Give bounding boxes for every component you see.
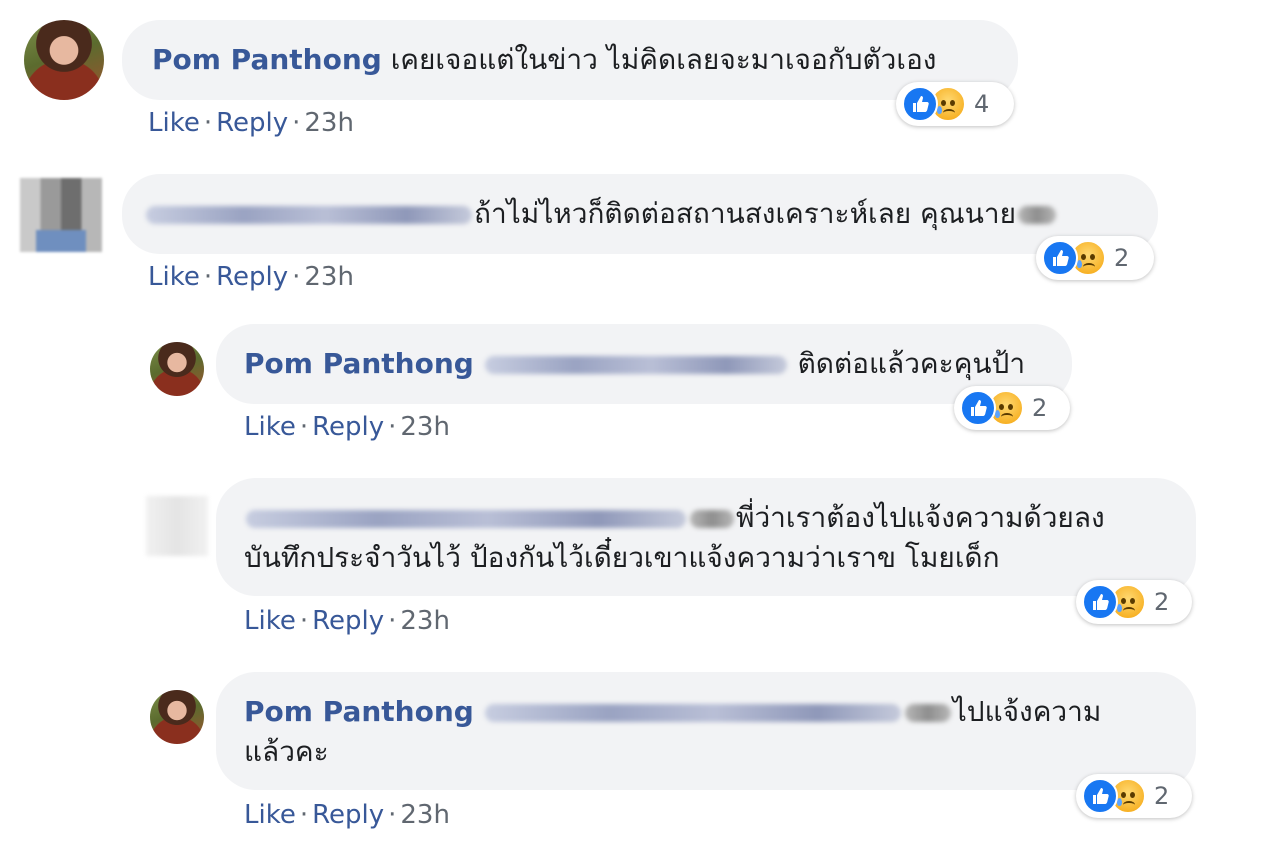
like-reaction-icon: [1082, 584, 1118, 620]
separator: ·: [388, 800, 397, 830]
reply-link[interactable]: Reply: [216, 262, 288, 292]
separator: ·: [292, 262, 301, 292]
separator: ·: [203, 108, 213, 138]
separator: ·: [299, 412, 309, 442]
comment-text-line-1: พี่ว่าเราต้องไปแจ้งความด้วยลง: [736, 501, 1105, 534]
redacted-mention[interactable]: [690, 510, 734, 528]
avatar[interactable]: [24, 20, 104, 100]
redacted-mention[interactable]: [484, 704, 901, 722]
comment-bubble: Pom Panthong ไปแจ้งความ แล้วคะ: [216, 672, 1196, 790]
like-link[interactable]: Like: [244, 606, 296, 636]
reply-link[interactable]: Reply: [312, 606, 384, 636]
comment-text: ติดต่อแล้วคะคุนป้า: [797, 347, 1026, 380]
like-link[interactable]: Like: [244, 800, 296, 830]
comment-author[interactable]: Pom Panthong: [152, 43, 382, 76]
comment-author[interactable]: Pom Panthong: [244, 695, 474, 728]
comment-actions: Like · Reply · 23h: [148, 262, 354, 292]
reaction-summary[interactable]: 2: [954, 386, 1070, 430]
reaction-count: 2: [1154, 782, 1170, 810]
redacted-mention[interactable]: [1018, 206, 1057, 224]
like-reaction-icon: [960, 390, 996, 426]
like-link[interactable]: Like: [148, 262, 200, 292]
timestamp[interactable]: 23h: [400, 412, 450, 442]
redacted-mention[interactable]: [484, 356, 787, 374]
like-link[interactable]: Like: [148, 108, 200, 138]
reaction-count: 2: [1032, 394, 1048, 422]
timestamp[interactable]: 23h: [304, 262, 354, 292]
separator: ·: [388, 606, 397, 636]
comment-bubble: พี่ว่าเราต้องไปแจ้งความด้วยลง บันทึกประจ…: [216, 478, 1196, 596]
separator: ·: [203, 262, 213, 292]
reply-link[interactable]: Reply: [312, 412, 384, 442]
avatar[interactable]: [150, 690, 204, 744]
comment-actions: Like · Reply · 23h: [244, 412, 450, 442]
timestamp[interactable]: 23h: [400, 800, 450, 830]
comment-text-line-2: แล้วคะ: [244, 735, 329, 768]
like-reaction-icon: [1082, 778, 1118, 814]
separator: ·: [299, 800, 309, 830]
avatar[interactable]: [150, 342, 204, 396]
like-link[interactable]: Like: [244, 412, 296, 442]
reaction-summary[interactable]: 2: [1076, 580, 1192, 624]
like-reaction-icon: [902, 86, 938, 122]
redacted-mention[interactable]: [904, 704, 951, 722]
comment-bubble: Pom Panthong ติดต่อแล้วคะคุนป้า: [216, 324, 1072, 404]
comment-text: เคยเจอแต่ในข่าว ไม่คิดเลยจะมาเจอกับตัวเอ…: [390, 43, 937, 76]
redacted-author-name[interactable]: [146, 206, 472, 224]
reaction-count: 2: [1114, 244, 1130, 272]
reaction-count: 4: [974, 90, 990, 118]
comment-text: ถ้าไม่ไหวก็ติดต่อสถานสงเคราะห์เลย คุณนาย: [474, 197, 1017, 230]
like-reaction-icon: [1042, 240, 1078, 276]
separator: ·: [292, 108, 301, 138]
reply-link[interactable]: Reply: [312, 800, 384, 830]
reaction-summary[interactable]: 4: [896, 82, 1014, 126]
reply-link[interactable]: Reply: [216, 108, 288, 138]
comment-text-line-2: บันทึกประจำวันไว้ ป้องกันไว้เดี๋ยวเขาแจ้…: [244, 541, 1000, 574]
comment-bubble: Pom Panthong เคยเจอแต่ในข่าว ไม่คิดเลยจะ…: [122, 20, 1018, 100]
comment-actions: Like · Reply · 23h: [148, 108, 354, 138]
redacted-author-name[interactable]: [246, 510, 686, 528]
separator: ·: [388, 412, 397, 442]
reaction-summary[interactable]: 2: [1036, 236, 1154, 280]
timestamp[interactable]: 23h: [400, 606, 450, 636]
comment-actions: Like · Reply · 23h: [244, 800, 450, 830]
comment-bubble: ถ้าไม่ไหวก็ติดต่อสถานสงเคราะห์เลย คุณนาย: [122, 174, 1158, 254]
reaction-summary[interactable]: 2: [1076, 774, 1192, 818]
comment-text-line-1: ไปแจ้งความ: [952, 695, 1102, 728]
avatar[interactable]: [20, 178, 102, 252]
comment-actions: Like · Reply · 23h: [244, 606, 450, 636]
avatar[interactable]: [146, 496, 208, 556]
separator: ·: [299, 606, 309, 636]
timestamp[interactable]: 23h: [304, 108, 354, 138]
comment-author[interactable]: Pom Panthong: [244, 347, 474, 380]
reaction-count: 2: [1154, 588, 1170, 616]
